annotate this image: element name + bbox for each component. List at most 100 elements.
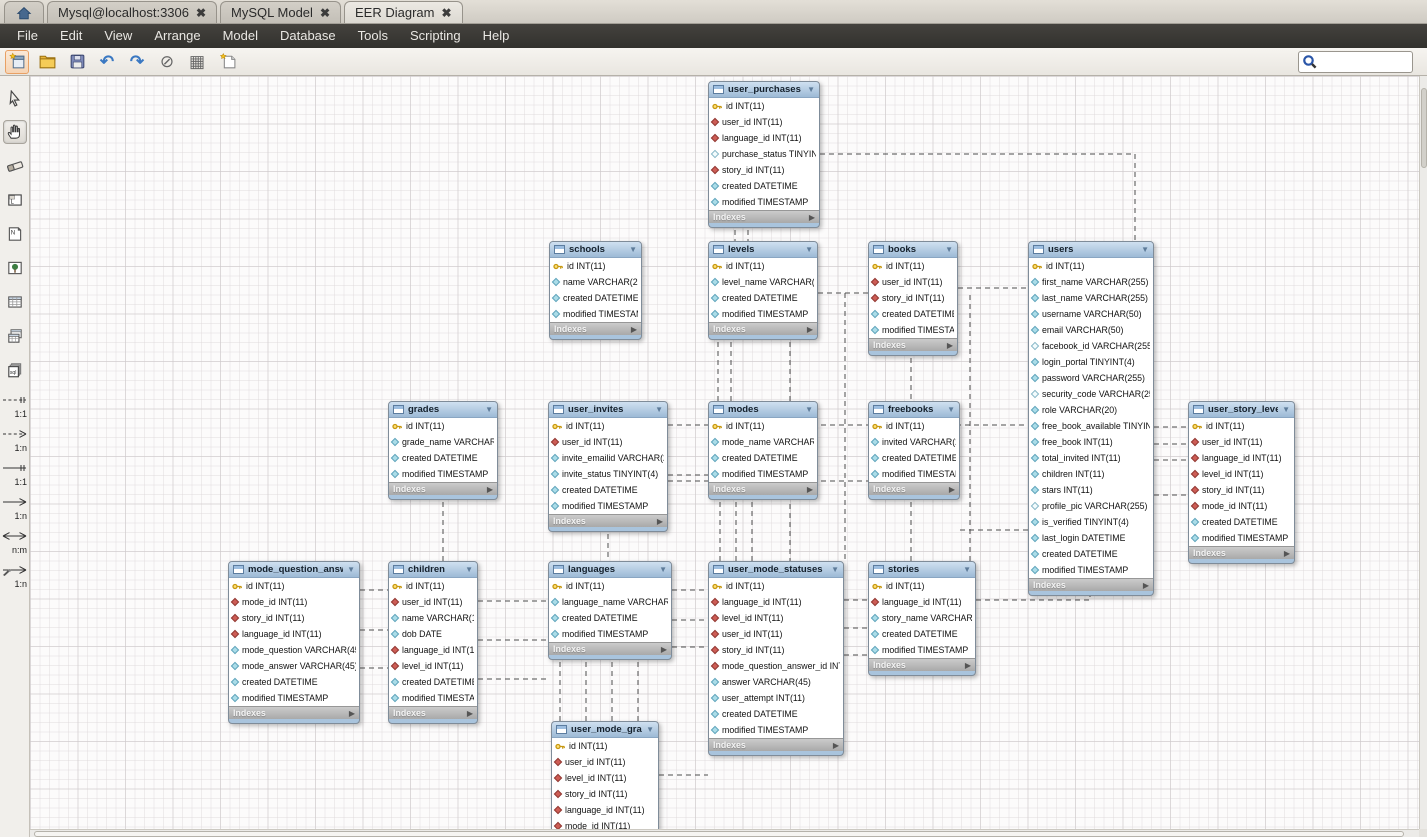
table-header[interactable]: modes ▼	[709, 402, 817, 418]
column-row[interactable]: language_id INT(11)	[709, 130, 819, 146]
column-row[interactable]: created DATETIME	[709, 290, 817, 306]
table-header[interactable]: users ▼	[1029, 242, 1153, 258]
column-row[interactable]: created DATETIME	[549, 482, 667, 498]
column-row[interactable]: story_id INT(11)	[869, 290, 957, 306]
tool-table[interactable]	[3, 290, 27, 314]
expand-arrow-icon[interactable]: ▶	[349, 709, 355, 718]
table-indexes-bar[interactable]: Indexes ▶	[549, 514, 667, 527]
column-row[interactable]: name VARCHAR(100)	[389, 610, 477, 626]
table-indexes-bar[interactable]: Indexes ▶	[389, 706, 477, 719]
save-button[interactable]	[65, 50, 89, 74]
table-books[interactable]: books ▼ id INT(11) user_id INT(11) story_id …	[868, 241, 958, 356]
tool-pointer[interactable]	[3, 86, 27, 110]
table-grades[interactable]: grades ▼ id INT(11) grade_name VARCHAR(45) c…	[388, 401, 498, 500]
table-user_purchases[interactable]: user_purchases ▼ id INT(11) user_id INT(11)…	[708, 81, 820, 228]
column-row[interactable]: invite_emailid VARCHAR(255)	[549, 450, 667, 466]
table-header[interactable]: user_purchases ▼	[709, 82, 819, 98]
table-schools[interactable]: schools ▼ id INT(11) name VARCHAR(255) creat…	[549, 241, 642, 340]
column-row[interactable]: mode_id INT(11)	[1189, 498, 1294, 514]
table-indexes-bar[interactable]: Indexes ▶	[229, 706, 359, 719]
column-row[interactable]: created DATETIME	[229, 674, 359, 690]
menu-view[interactable]: View	[93, 24, 143, 48]
column-row[interactable]: children INT(11)	[1029, 466, 1153, 482]
collapse-arrow-icon[interactable]: ▼	[963, 565, 971, 574]
column-row[interactable]: mode_id INT(11)	[229, 594, 359, 610]
column-row[interactable]: created DATETIME	[550, 290, 641, 306]
column-row[interactable]: created DATETIME	[549, 610, 671, 626]
column-row[interactable]: story_name VARCHAR(45)	[869, 610, 975, 626]
column-row[interactable]: created DATETIME	[389, 450, 497, 466]
grid-button[interactable]: ▦	[185, 50, 209, 74]
column-row[interactable]: last_login DATETIME	[1029, 530, 1153, 546]
column-row[interactable]: mode_name VARCHAR(45)	[709, 434, 817, 450]
table-header[interactable]: grades ▼	[389, 402, 497, 418]
column-row[interactable]: is_verified TINYINT(4)	[1029, 514, 1153, 530]
column-row[interactable]: id INT(11)	[869, 418, 959, 434]
column-row[interactable]: modified TIMESTAMP	[389, 466, 497, 482]
column-row[interactable]: modified TIMESTAMP	[1189, 530, 1294, 546]
collapse-arrow-icon[interactable]: ▼	[659, 565, 667, 574]
expand-arrow-icon[interactable]: ▶	[809, 213, 815, 222]
tab-close-icon[interactable]: ✖	[196, 6, 206, 20]
collapse-arrow-icon[interactable]: ▼	[805, 405, 813, 414]
collapse-arrow-icon[interactable]: ▼	[655, 405, 663, 414]
column-row[interactable]: modified TIMESTAMP	[389, 690, 477, 706]
column-row[interactable]: modified TIMESTAMP	[869, 466, 959, 482]
expand-arrow-icon[interactable]: ▶	[467, 709, 473, 718]
tool-relationship-1-n[interactable]: 1:n	[1, 494, 28, 521]
collapse-arrow-icon[interactable]: ▼	[1282, 405, 1290, 414]
tool-routine-group[interactable]: sql	[3, 358, 27, 382]
column-row[interactable]: role VARCHAR(20)	[1029, 402, 1153, 418]
table-indexes-bar[interactable]: Indexes ▶	[709, 482, 817, 495]
new-page-button[interactable]	[215, 50, 239, 74]
column-row[interactable]: invite_status TINYINT(4)	[549, 466, 667, 482]
tool-layer[interactable]: L	[3, 188, 27, 212]
column-row[interactable]: level_id INT(11)	[552, 770, 658, 786]
column-row[interactable]: id INT(11)	[549, 578, 671, 594]
column-row[interactable]: created DATETIME	[869, 306, 957, 322]
column-row[interactable]: language_name VARCHAR(45)	[549, 594, 671, 610]
column-row[interactable]: created DATETIME	[869, 626, 975, 642]
column-row[interactable]: username VARCHAR(50)	[1029, 306, 1153, 322]
column-row[interactable]: modified TIMESTAMP	[709, 466, 817, 482]
tool-relationship-n-m[interactable]: n:m	[1, 528, 28, 555]
collapse-arrow-icon[interactable]: ▼	[807, 85, 815, 94]
column-row[interactable]: user_id INT(11)	[552, 754, 658, 770]
table-indexes-bar[interactable]: Indexes ▶	[550, 322, 641, 335]
column-row[interactable]: language_id INT(11)	[229, 626, 359, 642]
column-row[interactable]: id INT(11)	[869, 258, 957, 274]
tool-relationship-1-1-nonidentifying[interactable]: 1:1	[1, 392, 28, 419]
collapse-arrow-icon[interactable]: ▼	[347, 565, 355, 574]
tab-mysql-model[interactable]: MySQL Model ✖	[220, 1, 341, 23]
column-row[interactable]: id INT(11)	[389, 418, 497, 434]
expand-arrow-icon[interactable]: ▶	[631, 325, 637, 334]
column-row[interactable]: level_id INT(11)	[1189, 466, 1294, 482]
eer-diagram-canvas[interactable]: user_purchases ▼ id INT(11) user_id INT(11)…	[30, 76, 1419, 829]
column-row[interactable]: user_attempt INT(11)	[709, 690, 843, 706]
table-header[interactable]: languages ▼	[549, 562, 671, 578]
column-row[interactable]: modified TIMESTAMP	[709, 194, 819, 210]
column-row[interactable]: mode_answer VARCHAR(45)	[229, 658, 359, 674]
expand-arrow-icon[interactable]: ▶	[947, 341, 953, 350]
column-row[interactable]: language_id INT(11)	[389, 642, 477, 658]
column-row[interactable]: dob DATE	[389, 626, 477, 642]
table-users[interactable]: users ▼ id INT(11) first_name VARCHAR(255) l…	[1028, 241, 1154, 596]
table-languages[interactable]: languages ▼ id INT(11) language_name VARCHA…	[548, 561, 672, 660]
column-row[interactable]: first_name VARCHAR(255)	[1029, 274, 1153, 290]
column-row[interactable]: mode_id INT(11)	[552, 818, 658, 829]
column-row[interactable]: modified TIMESTAMP	[550, 306, 641, 322]
table-header[interactable]: schools ▼	[550, 242, 641, 258]
expand-arrow-icon[interactable]: ▶	[833, 741, 839, 750]
table-mode_question_answers[interactable]: mode_question_answers ▼ id INT(11) mode_id …	[228, 561, 360, 724]
table-header[interactable]: user_mode_grades ▼	[552, 722, 658, 738]
collapse-arrow-icon[interactable]: ▼	[945, 245, 953, 254]
collapse-arrow-icon[interactable]: ▼	[947, 405, 955, 414]
column-row[interactable]: level_id INT(11)	[709, 610, 843, 626]
column-row[interactable]: id INT(11)	[549, 418, 667, 434]
search-box[interactable]	[1298, 51, 1413, 73]
tab-mysql-localhost-3306[interactable]: Mysql@localhost:3306 ✖	[47, 1, 218, 23]
tab-home[interactable]	[4, 1, 44, 23]
table-children[interactable]: children ▼ id INT(11) user_id INT(11) name V…	[388, 561, 478, 724]
column-row[interactable]: id INT(11)	[709, 578, 843, 594]
table-user_story_levels[interactable]: user_story_levels▼id INT(11)user_id INT(…	[1188, 401, 1295, 564]
